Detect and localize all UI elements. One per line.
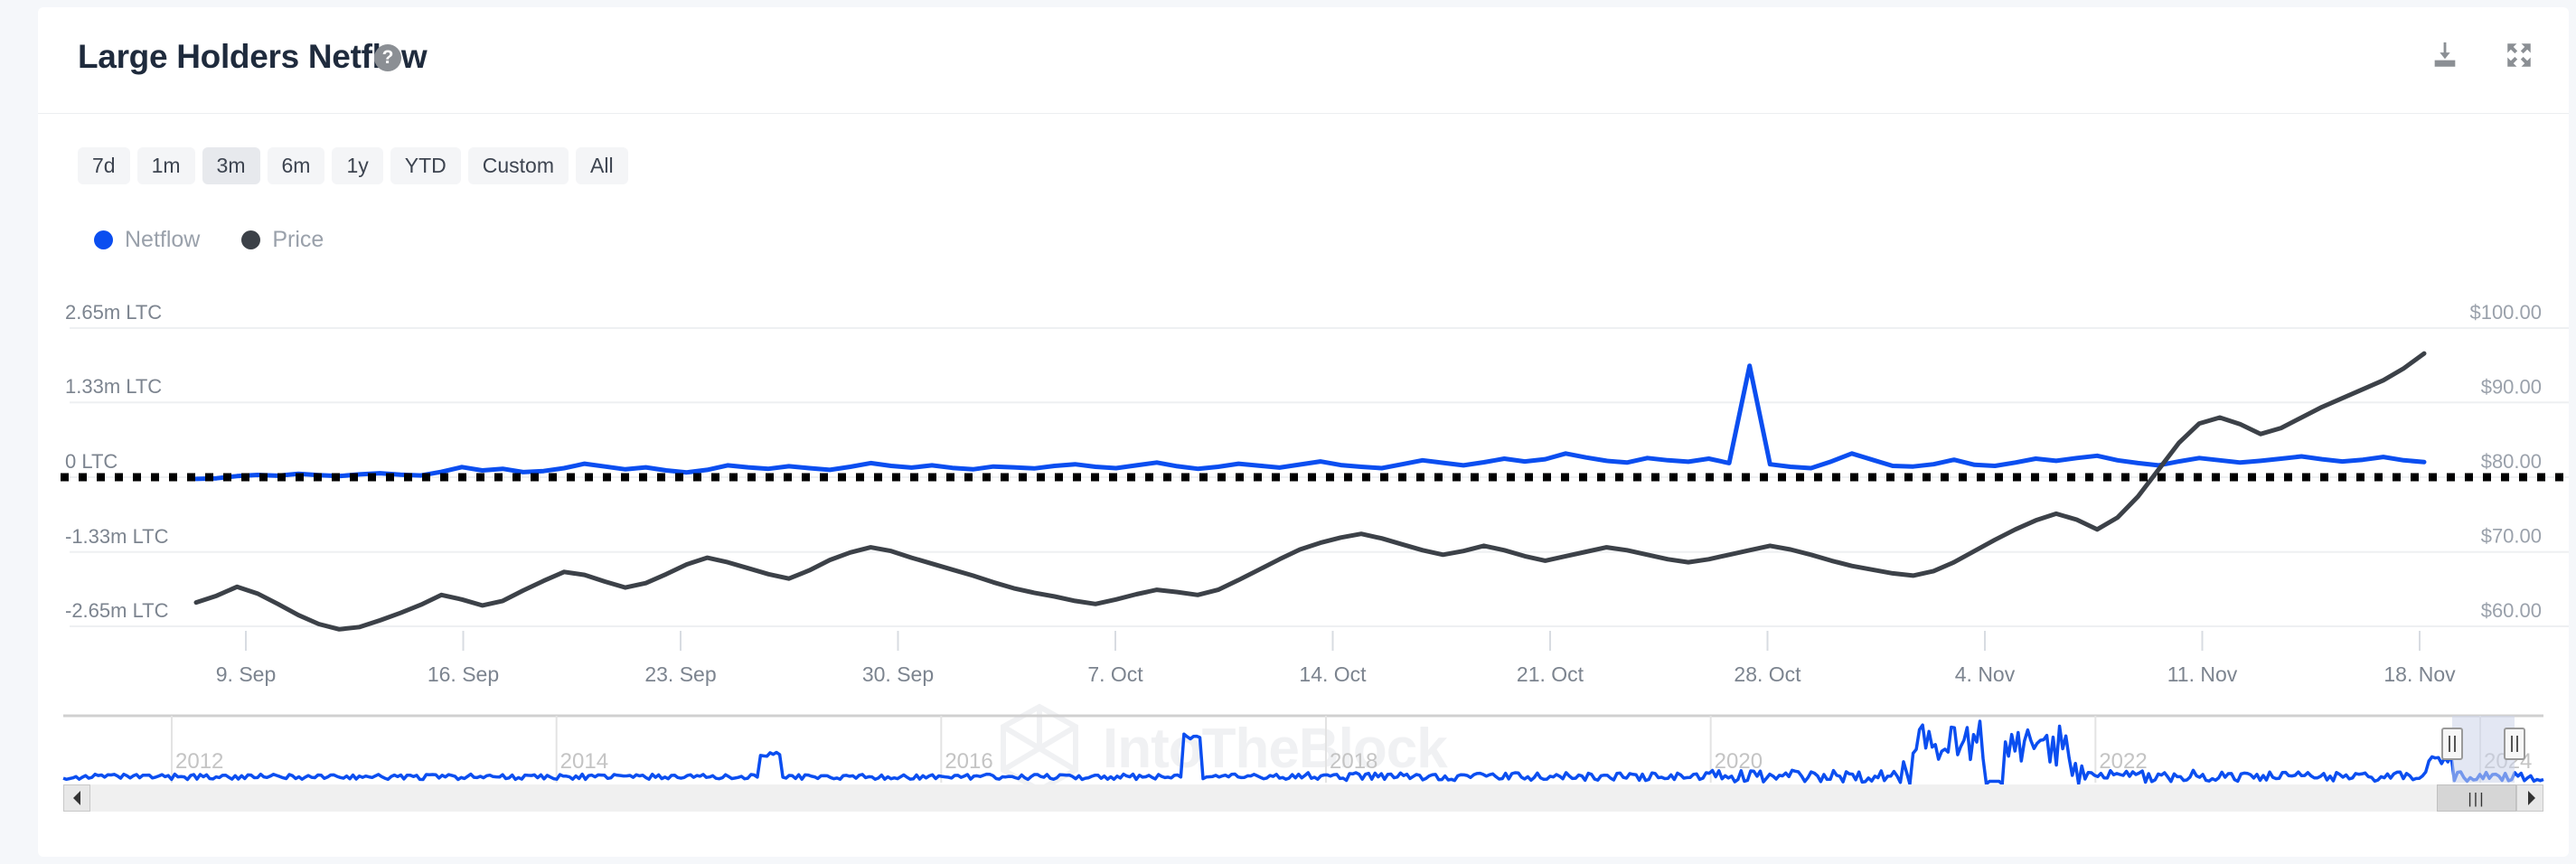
legend-label-price: Price (272, 227, 324, 253)
y-axis-tick-label: -1.33m LTC (65, 525, 169, 548)
time-range-selector: 7d 1m 3m 6m 1y YTD Custom All (78, 147, 628, 184)
x-axis-tick-label: 14. Oct (1299, 662, 1367, 686)
y2-axis-tick-label: $90.00 (2481, 376, 2542, 399)
range-button-1m[interactable]: 1m (137, 147, 195, 184)
x-axis-tick-label: 21. Oct (1517, 662, 1584, 686)
x-axis-tick-label: 7. Oct (1087, 662, 1143, 686)
legend-dot-netflow (94, 230, 113, 249)
x-axis-tick-label: 28. Oct (1734, 662, 1801, 686)
x-axis-tick-label: 11. Nov (2167, 662, 2238, 686)
x-axis-tick-label: 4. Nov (1955, 662, 2016, 686)
x-axis-tick-label: 9. Sep (216, 662, 277, 686)
range-button-1y[interactable]: 1y (332, 147, 382, 184)
scrollbar-thumb[interactable]: ||| (2437, 784, 2516, 812)
range-button-3m[interactable]: 3m (202, 147, 260, 184)
chart-plot-area[interactable]: IntoTheBlock 2.65m LTC1.33m LTC0 LTC-1.3… (38, 278, 2569, 703)
legend-dot-price (241, 230, 260, 249)
navigator-handle-right[interactable] (2505, 728, 2524, 759)
navigator-year-label: 2020 (1715, 749, 1763, 774)
range-button-7d[interactable]: 7d (78, 147, 130, 184)
range-button-custom[interactable]: Custom (468, 147, 569, 184)
navigator-svg[interactable]: 2012201420162018202020222024 (38, 705, 2569, 784)
y-axis-tick-label: 0 LTC (65, 450, 118, 473)
navigator-handle-left[interactable] (2442, 728, 2462, 759)
question-mark-icon[interactable]: ? (374, 44, 401, 71)
y2-axis-tick-label: $60.00 (2481, 599, 2542, 622)
scroll-right-arrow-icon[interactable] (2516, 784, 2543, 812)
x-axis-tick-label: 30. Sep (862, 662, 934, 686)
header-actions (2430, 40, 2534, 70)
y-axis-tick-label: 1.33m LTC (65, 375, 162, 398)
navigator-year-label: 2022 (2099, 749, 2147, 774)
legend-item-price[interactable]: Price (241, 227, 324, 253)
navigator-scrollbar[interactable]: ||| (63, 784, 2543, 812)
scrollbar-thumb-grip: ||| (2468, 791, 2485, 806)
chart-svg: 2.65m LTC 1.33m LTC 0 LTC -1.33m LTC -2.65m … (38, 278, 2569, 703)
y-axis-tick-label: -2.65m LTC (65, 599, 169, 622)
download-icon[interactable] (2430, 40, 2460, 70)
y2-axis-tick-label: $100.00 (2469, 301, 2542, 324)
chart-card: Large Holders Netflow ? 7d 1m 3m 6m 1y Y… (38, 7, 2569, 857)
chart-header: Large Holders Netflow ? (38, 7, 2569, 114)
scroll-left-arrow-icon[interactable] (63, 784, 90, 812)
chart-navigator[interactable]: 2012201420162018202020222024 ||| (38, 705, 2569, 813)
navigator-year-label: 2016 (945, 749, 992, 774)
navigator-year-label: 2018 (1330, 749, 1377, 774)
fullscreen-icon[interactable] (2504, 40, 2534, 70)
chart-legend: Netflow Price (94, 227, 324, 253)
y-axis-tick-label: 2.65m LTC (65, 301, 162, 324)
y2-axis-tick-label: $70.00 (2481, 525, 2542, 548)
navigator-year-label: 2014 (560, 749, 608, 774)
range-button-all[interactable]: All (576, 147, 628, 184)
x-axis-tick-label: 18. Nov (2383, 662, 2456, 686)
y2-axis-tick-label: $80.00 (2481, 450, 2542, 473)
x-axis-tick-label: 23. Sep (644, 662, 716, 686)
legend-label-netflow: Netflow (125, 227, 200, 253)
series-line-price (196, 353, 2424, 629)
series-line-netflow (196, 366, 2424, 479)
x-axis-tick-label: 16. Sep (428, 662, 499, 686)
legend-item-netflow[interactable]: Netflow (94, 227, 200, 253)
navigator-series-line (63, 721, 2543, 784)
navigator-year-label: 2012 (175, 749, 223, 774)
range-button-ytd[interactable]: YTD (390, 147, 461, 184)
range-button-6m[interactable]: 6m (268, 147, 325, 184)
